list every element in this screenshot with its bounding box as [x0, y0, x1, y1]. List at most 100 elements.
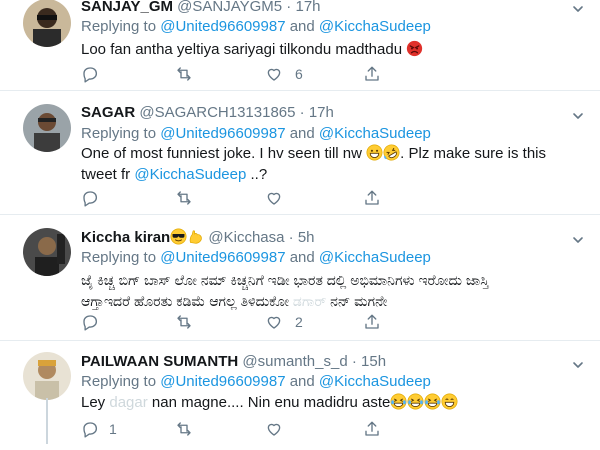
- avatar-kiccha-kiran[interactable]: [23, 228, 71, 276]
- share-icon: [363, 420, 381, 438]
- retweet-button[interactable]: [175, 63, 205, 85]
- tweet-text-part: ..?: [246, 166, 268, 183]
- thread-connector-line: [46, 398, 48, 444]
- tweet-3[interactable]: Kiccha kiran @Kicchasa · 5h Replying to …: [0, 214, 600, 341]
- action-bar: 6: [81, 63, 401, 85]
- handle[interactable]: @SAGARCH13131865: [139, 104, 295, 121]
- like-button[interactable]: [265, 187, 295, 209]
- like-count: 6: [295, 66, 303, 82]
- caret-down-icon[interactable]: [572, 110, 584, 122]
- like-icon: [265, 189, 283, 207]
- tears-of-joy-icon: [407, 393, 424, 410]
- reply-button[interactable]: [81, 63, 111, 85]
- tweet-text-line: ನನ್ ಮಗನೇ: [326, 293, 388, 309]
- tweet-text: Ley dagar nan magne.... Nin enu madidru …: [81, 392, 561, 413]
- replying-to: Replying to @United96609987 and @KicchaS…: [81, 18, 431, 35]
- replying-to-label: Replying to: [81, 249, 161, 266]
- tweet-header: PAILWAAN SUMANTH @sumanth_s_d · 15h: [81, 353, 386, 370]
- retweet-icon: [175, 313, 193, 331]
- reply-button[interactable]: 1: [81, 418, 117, 440]
- flexed-biceps-icon: [187, 228, 204, 245]
- reply-icon: [81, 313, 99, 331]
- share-button[interactable]: [363, 418, 381, 440]
- action-bar: [81, 187, 401, 209]
- timestamp[interactable]: 17h: [295, 0, 320, 15]
- handle[interactable]: @sumanth_s_d: [242, 353, 347, 370]
- separator-dot: ·: [347, 353, 362, 370]
- share-icon: [363, 313, 381, 331]
- mention-link[interactable]: @United96609987: [160, 125, 285, 142]
- like-icon: [265, 420, 283, 438]
- tweet-text-part: One of most funniest joke. I hv seen til…: [81, 145, 367, 162]
- share-button[interactable]: [363, 311, 381, 333]
- retweet-icon: [175, 420, 193, 438]
- avatar-pailwaan-sumanth[interactable]: [23, 352, 71, 400]
- reply-icon: [81, 65, 99, 83]
- mention-link[interactable]: @KicchaSudeep: [319, 18, 431, 35]
- mention-link[interactable]: @KicchaSudeep: [319, 125, 431, 142]
- avatar-sanjay[interactable]: [23, 0, 71, 47]
- replying-to-label: Replying to: [81, 125, 161, 142]
- and-label: and: [285, 125, 319, 142]
- retweet-button[interactable]: [175, 418, 205, 440]
- like-button[interactable]: 2: [265, 311, 303, 333]
- tweet-text: ಜೈ ಕಿಚ್ಚ ಬಿಗ್ ಬಾಸ್ ಲೋ ನಮ್ ಕಿಚ್ಚನಿಗೆ ಇಡೀ …: [81, 270, 561, 312]
- mention-link[interactable]: @KicchaSudeep: [134, 166, 246, 183]
- mention-link[interactable]: @United96609987: [160, 18, 285, 35]
- tweet-text-part: . Plz make sure is this: [400, 145, 547, 162]
- mention-link[interactable]: @United96609987: [160, 373, 285, 390]
- retweet-button[interactable]: [175, 311, 205, 333]
- reply-button[interactable]: [81, 311, 111, 333]
- display-name[interactable]: SAGAR: [81, 104, 135, 121]
- and-label: and: [285, 249, 319, 266]
- share-icon: [363, 189, 381, 207]
- like-icon: [265, 65, 283, 83]
- angry-face-icon: [406, 40, 423, 57]
- separator-dot: ·: [295, 104, 309, 121]
- tweet-text-faded: ಡಗಾರ್: [292, 293, 327, 309]
- retweet-button[interactable]: [175, 187, 205, 209]
- tweet-4[interactable]: PAILWAAN SUMANTH @sumanth_s_d · 15h Repl…: [0, 340, 600, 450]
- separator-dot: ·: [284, 229, 298, 246]
- mention-link[interactable]: @United96609987: [160, 249, 285, 266]
- caret-down-icon[interactable]: [572, 3, 584, 15]
- display-name[interactable]: Kiccha kiran: [81, 229, 170, 246]
- tweet-header: SANJAY_GM @SANJAYGM5 · 17h: [81, 0, 321, 15]
- mention-link[interactable]: @KicchaSudeep: [319, 249, 431, 266]
- grinning-face-icon: [441, 393, 458, 410]
- tweet-1[interactable]: SANJAY_GM @SANJAYGM5 · 17h Replying to @…: [0, 0, 600, 91]
- handle[interactable]: @Kicchasa: [208, 229, 284, 246]
- tears-of-joy-icon: [424, 393, 441, 410]
- timestamp[interactable]: 17h: [309, 104, 334, 121]
- caret-down-icon[interactable]: [572, 359, 584, 371]
- avatar-sagar[interactable]: [23, 104, 71, 152]
- mention-link[interactable]: @KicchaSudeep: [319, 373, 431, 390]
- retweet-icon: [175, 189, 193, 207]
- like-button[interactable]: [265, 418, 295, 440]
- reply-count: 1: [109, 421, 117, 437]
- grinning-face-icon: [366, 144, 383, 161]
- sunglasses-face-icon: [170, 228, 187, 245]
- display-name[interactable]: SANJAY_GM: [81, 0, 173, 15]
- timestamp[interactable]: 15h: [361, 353, 386, 370]
- tweet-text-part: nan magne.... Nin enu madidru aste: [147, 394, 391, 411]
- tweet-2[interactable]: SAGAR @SAGARCH13131865 · 17h Replying to…: [0, 90, 600, 215]
- display-name[interactable]: PAILWAAN SUMANTH: [81, 353, 238, 370]
- share-button[interactable]: [363, 187, 381, 209]
- action-bar: 2: [81, 311, 401, 333]
- separator-dot: ·: [282, 0, 296, 15]
- retweet-icon: [175, 65, 193, 83]
- caret-down-icon[interactable]: [572, 234, 584, 246]
- like-button[interactable]: 6: [265, 63, 303, 85]
- reply-button[interactable]: [81, 187, 111, 209]
- replying-to: Replying to @United96609987 and @KicchaS…: [81, 373, 431, 390]
- share-icon: [363, 65, 381, 83]
- share-button[interactable]: [363, 63, 381, 85]
- rolling-laughing-face-icon: [383, 144, 400, 161]
- and-label: and: [285, 18, 319, 35]
- tweet-text-line: ಆಗ್ತಾಇದರೆ ಹೊರತು ಕಡಿಮೆ ಆಗಲ್ಲ ತಿಳಿದುಕೋ: [81, 293, 293, 309]
- and-label: and: [285, 373, 319, 390]
- action-bar: 1: [81, 418, 401, 440]
- timestamp[interactable]: 5h: [298, 229, 315, 246]
- handle[interactable]: @SANJAYGM5: [177, 0, 282, 15]
